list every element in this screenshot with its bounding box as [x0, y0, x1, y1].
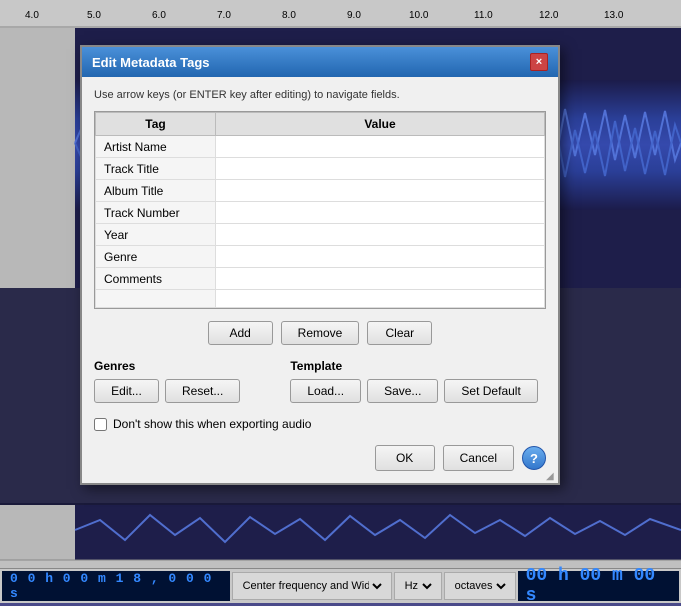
- svg-text:10.0: 10.0: [409, 10, 429, 21]
- genres-reset-button[interactable]: Reset...: [165, 379, 240, 403]
- svg-text:12.0: 12.0: [539, 10, 559, 21]
- dialog-titlebar: Edit Metadata Tags ×: [82, 47, 558, 77]
- resize-handle[interactable]: ◢: [546, 471, 556, 481]
- dont-show-row: Don't show this when exporting audio: [94, 417, 546, 431]
- close-button[interactable]: ×: [530, 53, 548, 71]
- svg-text:4.0: 4.0: [25, 10, 39, 21]
- value-cell[interactable]: [216, 202, 545, 224]
- dont-show-label: Don't show this when exporting audio: [113, 417, 311, 431]
- frequency-selector-container: Center frequency and Width Low Frequency…: [232, 572, 392, 600]
- value-cell[interactable]: [216, 246, 545, 268]
- value-input[interactable]: [224, 140, 536, 154]
- value-cell[interactable]: [216, 136, 545, 158]
- octaves-selector-container: octaves: [444, 572, 516, 600]
- help-button[interactable]: ?: [522, 446, 546, 470]
- status-bar: 0 0 h 0 0 m 1 8 , 0 0 0 s Center frequen…: [0, 568, 681, 603]
- svg-text:9.0: 9.0: [347, 10, 361, 21]
- value-input[interactable]: [224, 250, 536, 264]
- dialog-hint: Use arrow keys (or ENTER key after editi…: [94, 89, 546, 101]
- value-input[interactable]: [224, 228, 536, 242]
- edit-metadata-dialog: Edit Metadata Tags × Use arrow keys (or …: [80, 45, 560, 485]
- tag-cell: Year: [96, 224, 216, 246]
- genres-edit-button[interactable]: Edit...: [94, 379, 159, 403]
- value-input[interactable]: [224, 184, 536, 198]
- tag-cell: Album Title: [96, 180, 216, 202]
- dont-show-checkbox[interactable]: [94, 418, 107, 431]
- table-row: Album Title: [96, 180, 545, 202]
- value-input[interactable]: [224, 162, 536, 176]
- genres-label: Genres: [94, 359, 240, 373]
- metadata-table: Tag Value Artist NameTrack TitleAlbum Ti…: [95, 112, 545, 308]
- svg-text:6.0: 6.0: [152, 10, 166, 21]
- template-set-default-button[interactable]: Set Default: [444, 379, 537, 403]
- table-row: Genre: [96, 246, 545, 268]
- template-section: Template Load... Save... Set Default: [290, 359, 537, 403]
- hz-selector[interactable]: Hz: [401, 579, 435, 593]
- genres-section: Genres Edit... Reset...: [94, 359, 240, 403]
- template-buttons: Load... Save... Set Default: [290, 379, 537, 403]
- template-label: Template: [290, 359, 537, 373]
- tag-cell: Comments: [96, 268, 216, 290]
- value-cell[interactable]: [216, 268, 545, 290]
- table-row: Track Number: [96, 202, 545, 224]
- tag-cell: Genre: [96, 246, 216, 268]
- action-buttons: OK Cancel ?: [94, 445, 546, 471]
- tag-cell: Track Number: [96, 202, 216, 224]
- cancel-button[interactable]: Cancel: [443, 445, 514, 471]
- table-row-empty: [96, 290, 545, 308]
- table-row: Comments: [96, 268, 545, 290]
- hz-selector-container: Hz: [394, 572, 442, 600]
- table-row: Track Title: [96, 158, 545, 180]
- svg-text:5.0: 5.0: [87, 10, 101, 21]
- add-button[interactable]: Add: [208, 321, 273, 345]
- col-header-tag: Tag: [96, 113, 216, 136]
- value-cell[interactable]: [216, 158, 545, 180]
- tag-cell: Track Title: [96, 158, 216, 180]
- value-input[interactable]: [224, 272, 536, 286]
- metadata-table-wrapper: Tag Value Artist NameTrack TitleAlbum Ti…: [94, 111, 546, 309]
- svg-text:13.0: 13.0: [604, 10, 624, 21]
- ok-button[interactable]: OK: [375, 445, 435, 471]
- sections-row: Genres Edit... Reset... Template Load...…: [94, 359, 546, 403]
- clear-button[interactable]: Clear: [367, 321, 432, 345]
- value-cell[interactable]: [216, 224, 545, 246]
- svg-text:7.0: 7.0: [217, 10, 231, 21]
- time-display-left: 0 0 h 0 0 m 1 8 , 0 0 0 s: [2, 571, 230, 601]
- value-input[interactable]: [224, 206, 536, 220]
- col-header-value: Value: [216, 113, 545, 136]
- dialog-title: Edit Metadata Tags: [92, 55, 210, 70]
- genres-buttons: Edit... Reset...: [94, 379, 240, 403]
- template-save-button[interactable]: Save...: [367, 379, 438, 403]
- value-cell[interactable]: [216, 180, 545, 202]
- svg-text:11.0: 11.0: [474, 10, 493, 21]
- dialog-content: Use arrow keys (or ENTER key after editi…: [82, 77, 558, 483]
- table-action-buttons: Add Remove Clear: [94, 321, 546, 345]
- remove-button[interactable]: Remove: [281, 321, 360, 345]
- template-load-button[interactable]: Load...: [290, 379, 361, 403]
- table-row: Year: [96, 224, 545, 246]
- octaves-selector[interactable]: octaves: [451, 579, 509, 593]
- table-row: Artist Name: [96, 136, 545, 158]
- svg-text:8.0: 8.0: [282, 10, 296, 21]
- tag-cell: Artist Name: [96, 136, 216, 158]
- time-display-right: 00 h 00 m 00 s: [518, 571, 679, 601]
- frequency-selector[interactable]: Center frequency and Width Low Frequency…: [239, 579, 385, 593]
